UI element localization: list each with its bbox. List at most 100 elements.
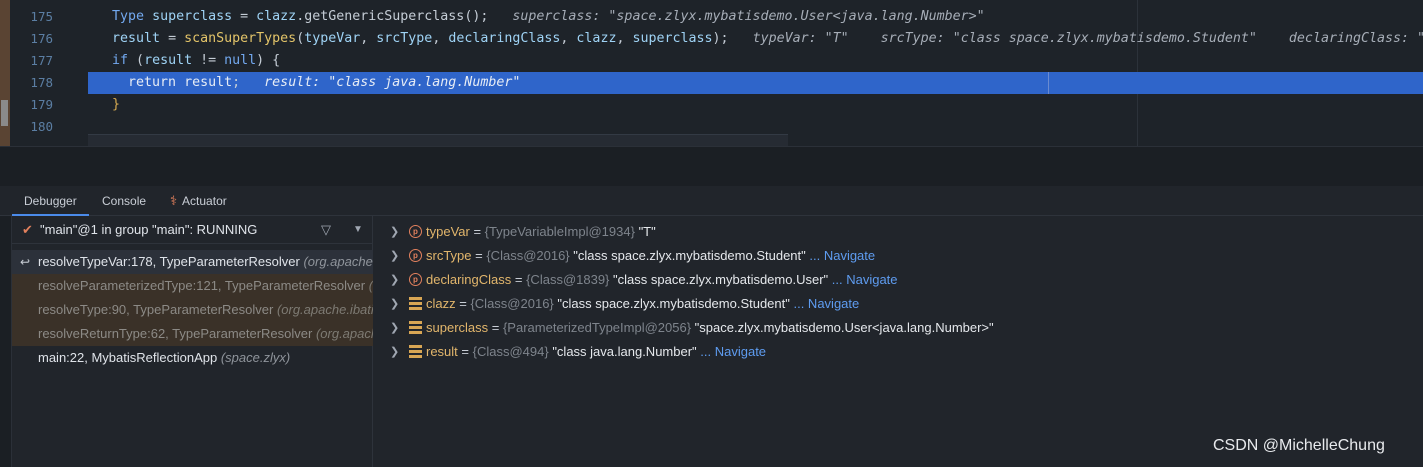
code-line[interactable]: result = scanSuperTypes(typeVar, srcType… [88, 28, 1423, 50]
line-number[interactable]: 177 [10, 50, 53, 72]
code-token: Type [112, 9, 153, 24]
code-token: result [144, 53, 193, 68]
filter-icon[interactable]: ▽ [321, 216, 331, 244]
variable-type: {Class@1839} [526, 272, 610, 287]
inline-value-hint: result: "class java.lang.Number" [240, 75, 521, 90]
variable-body: superclass = {ParameterizedTypeImpl@2056… [426, 316, 994, 340]
code-line[interactable]: } [88, 94, 1423, 116]
line-number[interactable]: 180 [10, 116, 53, 138]
code-token: result [184, 75, 233, 90]
code-token: } [112, 97, 121, 112]
check-icon: ✔ [22, 222, 33, 237]
panel-splitter[interactable] [0, 146, 1423, 186]
parameter-icon: p [409, 273, 422, 286]
tab-actuator[interactable]: ⚕ Actuator [158, 186, 239, 216]
variable-value: "class java.lang.Number" [548, 344, 697, 359]
code-token: != [192, 53, 225, 68]
code-token: . [296, 9, 305, 24]
code-editor[interactable]: 175 176 177 178 179 180 Type superclass = cla… [0, 0, 1423, 146]
current-execution-line[interactable]: return result; result: "class java.lang.… [88, 72, 1423, 94]
line-number[interactable]: 178 [10, 72, 53, 94]
thread-label: "main"@1 in group "main": RUNNING [40, 222, 258, 237]
tab-label: Console [102, 194, 147, 208]
variable-name: srcType [426, 248, 472, 263]
editor-edge-strip [0, 0, 10, 146]
chevron-right-icon[interactable]: ❯ [390, 316, 399, 340]
thread-selector[interactable]: ✔ "main"@1 in group "main": RUNNING ▽ ▼ [12, 216, 373, 244]
chevron-right-icon[interactable]: ❯ [390, 244, 399, 268]
code-token: scanSuperTypes [184, 31, 297, 46]
stack-frame[interactable]: resolveReturnType:62, TypeParameterResol… [12, 322, 373, 346]
variable-value: "class space.zlyx.mybatisdemo.Student" [553, 296, 790, 311]
field-icon [409, 297, 422, 310]
variable-name: typeVar [426, 224, 470, 239]
field-icon [409, 321, 422, 334]
field-icon [409, 345, 422, 358]
tab-debugger[interactable]: Debugger [12, 186, 89, 216]
code-token: null [224, 53, 257, 68]
frame-package: (org.apache.ibatis.reflection) [276, 302, 373, 317]
hidden-line-overlay [88, 134, 788, 146]
stack-frame[interactable]: resolveType:90, TypeParameterResolver (o… [12, 298, 373, 322]
variable-row[interactable]: ❯ p srcType = {Class@2016} "class space.zl… [374, 244, 1423, 268]
navigate-link[interactable]: ... Navigate [828, 272, 898, 287]
code-token: return [128, 75, 177, 90]
frames-panel: ✔ "main"@1 in group "main": RUNNING ▽ ▼ … [12, 216, 373, 467]
code-token: = [232, 9, 257, 24]
variable-row[interactable]: ❯ p declaringClass = {Class@1839} "class s… [374, 268, 1423, 292]
frame-package: (org.apache.ibatis.reflection) [315, 326, 373, 341]
code-line[interactable]: Type superclass = clazz.getGenericSuperc… [88, 6, 1423, 28]
inline-value-hint: typeVar: "T" srcType: "class space.zlyx.… [752, 31, 1423, 46]
code-token: , [360, 31, 377, 46]
code-token: ( [128, 53, 145, 68]
variable-row[interactable]: ❯ result = {Class@494} "class java.lang.N… [374, 340, 1423, 364]
debug-toolbar-strip [0, 216, 12, 467]
line-number[interactable]: 179 [10, 94, 53, 116]
frame-package: (org.apache.ibatis.reflection) [368, 278, 373, 293]
code-token: clazz [256, 9, 297, 24]
variable-name: clazz [426, 296, 456, 311]
tab-label: Debugger [24, 194, 77, 208]
navigate-link[interactable]: ... Navigate [806, 248, 875, 263]
code-line[interactable]: if (result != null) { [88, 50, 1423, 72]
code-token: superclass [152, 9, 233, 24]
line-number[interactable]: 176 [10, 28, 53, 50]
code-token: ( [296, 31, 305, 46]
line-number-gutter[interactable]: 175 176 177 178 179 180 [10, 0, 88, 146]
variable-body: typeVar = {TypeVariableImpl@1934} "T" [426, 220, 656, 244]
chevron-down-icon[interactable]: ▼ [353, 216, 363, 244]
chevron-right-icon[interactable]: ❯ [390, 220, 399, 244]
debug-tool-tabs: Debugger Console ⚕ Actuator [0, 186, 1423, 216]
drop-frame-icon: ↩ [20, 255, 31, 269]
variable-value: "class space.zlyx.mybatisdemo.Student" [569, 248, 806, 263]
chevron-right-icon[interactable]: ❯ [390, 268, 399, 292]
equals-sign: = [469, 224, 485, 239]
chevron-right-icon[interactable]: ❯ [390, 292, 399, 316]
chevron-right-icon[interactable]: ❯ [390, 340, 399, 364]
code-token: , [560, 31, 577, 46]
navigate-link[interactable]: ... Navigate [790, 296, 859, 311]
variable-type: {TypeVariableImpl@1934} [484, 224, 635, 239]
line-number[interactable]: 175 [10, 6, 53, 28]
watermark: CSDN @MichelleChung [1213, 437, 1385, 454]
variable-body: clazz = {Class@2016} "class space.zlyx.m… [426, 292, 859, 316]
variable-row[interactable]: ❯ superclass = {ParameterizedTypeImpl@205… [374, 316, 1423, 340]
code-area[interactable]: Type superclass = clazz.getGenericSuperc… [88, 0, 1423, 146]
variable-name: result [426, 344, 458, 359]
variable-type: {ParameterizedTypeImpl@2056} [502, 320, 692, 335]
variable-body: srcType = {Class@2016} "class space.zlyx… [426, 244, 875, 268]
stack-frame[interactable]: resolveParameterizedType:121, TypeParame… [12, 274, 373, 298]
equals-sign: = [457, 344, 473, 359]
variable-type: {Class@2016} [486, 248, 570, 263]
stack-frame[interactable]: main:22, MybatisReflectionApp (space.zly… [12, 346, 373, 370]
tab-console[interactable]: Console [90, 186, 158, 216]
variable-row[interactable]: ❯ clazz = {Class@2016} "class space.zlyx.… [374, 292, 1423, 316]
variable-name: superclass [426, 320, 489, 335]
code-token: ) { [256, 53, 281, 68]
variable-value: "space.zlyx.mybatisdemo.User<java.lang.N… [691, 320, 994, 335]
variable-row[interactable]: ❯ p typeVar = {TypeVariableImpl@1934} "T" [374, 220, 1423, 244]
navigate-link[interactable]: ... Navigate [697, 344, 766, 359]
stack-frame[interactable]: ↩ resolveTypeVar:178, TypeParameterResolv… [12, 250, 373, 274]
